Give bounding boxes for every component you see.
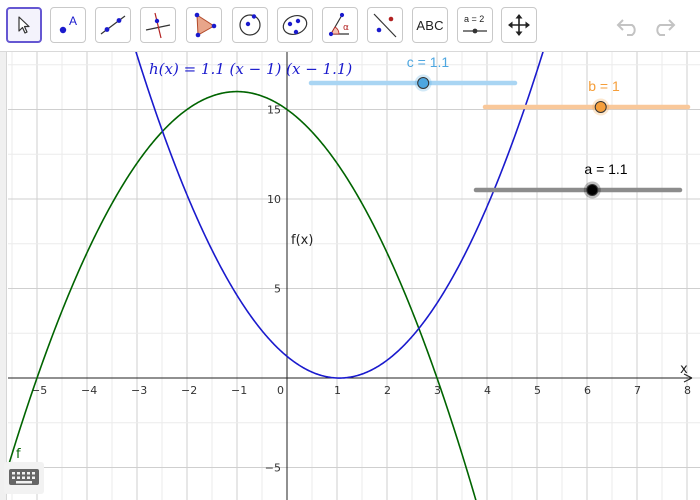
x-tick-label: 4 [484, 384, 491, 397]
line-icon [100, 15, 126, 35]
y-tick-label: 5 [274, 283, 281, 296]
grid [8, 52, 700, 500]
slider-c-knob[interactable] [417, 77, 430, 89]
virtual-keyboard-button[interactable] [4, 462, 44, 494]
angle-tool-alpha: α [343, 23, 349, 33]
angle-tool[interactable]: α [322, 7, 358, 43]
x-tick-label: 7 [634, 384, 641, 397]
slider-tool-label: a = 2 [464, 14, 484, 24]
h-formula-label[interactable]: h(x) = 1.1 (x − 1) (x − 1.1) [149, 60, 352, 78]
move-arrows-icon [508, 14, 530, 36]
line-tool[interactable] [95, 7, 131, 43]
point-icon: A [59, 14, 77, 34]
x-axis-label: x [680, 362, 688, 377]
x-tick-label: 1 [334, 384, 341, 397]
toolbar: A α ABC a = 2 [0, 0, 700, 52]
slider-a-knob[interactable] [586, 184, 599, 196]
circle-center-point-tool[interactable] [232, 7, 268, 43]
y-axis-label: f(x) [291, 233, 313, 248]
x-tick-label: 8 [684, 384, 691, 397]
axes: x f(x) [8, 27, 693, 500]
point-tool-letter: A [69, 14, 77, 28]
y-tick-label: 15 [267, 104, 281, 117]
slider-c-label: c = 1.1 [407, 54, 450, 70]
x-tick-label: 6 [584, 384, 591, 397]
polygon-icon [194, 12, 217, 38]
f-label[interactable]: f [16, 447, 21, 462]
y-tick-label: 10 [267, 193, 281, 206]
function-f-curve[interactable] [0, 90, 481, 500]
x-tick-label: 2 [384, 384, 391, 397]
x-tick-label: −3 [131, 384, 147, 397]
move-tool[interactable] [6, 7, 42, 43]
left-panel-edge [0, 52, 7, 500]
point-tool[interactable]: A [50, 7, 86, 43]
slider-b-label: b = 1 [588, 78, 620, 94]
ellipse-icon [282, 14, 308, 36]
slider-b-knob[interactable] [594, 101, 607, 113]
text-tool[interactable]: ABC [412, 7, 448, 43]
keyboard-icon [9, 469, 39, 485]
ellipse-tool[interactable] [277, 7, 313, 43]
slider-tool[interactable]: a = 2 [457, 7, 493, 43]
slider-a-label: a = 1.1 [584, 161, 627, 177]
move-graphics-view-tool[interactable] [501, 7, 537, 43]
y-tick-label: −5 [265, 462, 281, 475]
redo-button[interactable] [650, 12, 678, 40]
redo-icon [656, 19, 676, 36]
perpendicular-line-tool[interactable] [140, 7, 176, 43]
slider-icon: a = 2 [463, 14, 487, 34]
x-tick-label: 0 [277, 384, 284, 397]
angle-icon: α [328, 12, 349, 37]
reflect-tool[interactable] [367, 7, 403, 43]
circle-icon [239, 14, 261, 36]
polygon-tool[interactable] [186, 7, 222, 43]
x-tick-label: −2 [181, 384, 197, 397]
text-tool-label: ABC [416, 17, 444, 33]
undo-icon [616, 19, 636, 36]
undo-button[interactable] [614, 12, 642, 40]
x-tick-label: −1 [231, 384, 247, 397]
x-tick-label: −4 [81, 384, 97, 397]
x-tick-label: 5 [534, 384, 541, 397]
slider-a[interactable]: a = 1.1 [473, 161, 683, 199]
perpendicular-line-icon [145, 12, 171, 39]
reflect-icon [373, 13, 397, 38]
cursor-arrow-icon [18, 16, 30, 34]
graphics-view[interactable]: x f(x) −5 −4 −3 −2 −1 0 1 2 3 4 5 6 7 815105−5 h(x) =… [0, 0, 700, 500]
function-h-curve[interactable] [131, 38, 548, 379]
